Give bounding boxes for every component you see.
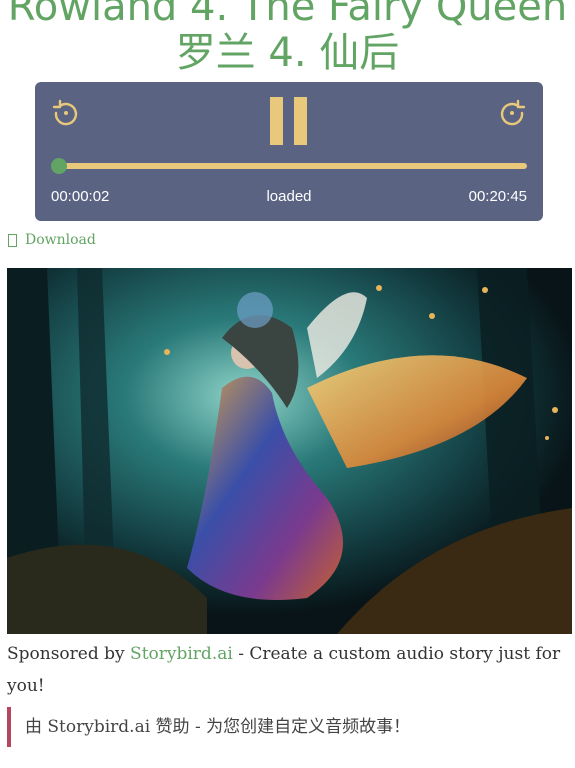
download-label: Download [25,232,96,248]
audio-player: 00:00:02 loaded 00:20:45 [35,82,543,221]
sponsor-text: Sponsored by Storybird.ai - Create a cus… [7,638,567,702]
forward-icon[interactable] [497,98,527,128]
sponsor-prefix: Sponsored by [7,644,131,664]
storybird-link[interactable]: Storybird.ai [130,644,233,664]
progress-track[interactable] [59,163,527,169]
sponsor-cn-suffix: 赞助 - 为您创建自定义音频故事！ [150,717,411,737]
progress-knob[interactable] [51,158,67,174]
sponsor-quote-cn: 由 Storybird.ai 赞助 - 为您创建自定义音频故事！ [7,707,567,747]
fairy-queen-illustration [7,268,572,634]
file-icon [8,233,17,247]
total-time: 00:20:45 [468,188,527,205]
pause-button[interactable] [269,97,309,147]
rewind-icon[interactable] [51,98,81,128]
download-link[interactable]: Download [8,232,96,248]
illustration-art [7,268,572,634]
player-status: loaded [266,188,312,205]
sponsor-cn-prefix: 由 [25,717,48,737]
storybird-link-cn[interactable]: Storybird.ai [47,717,150,737]
page-title: Rowland 4. The Fairy Queen 罗兰 4. 仙后 [7,0,568,76]
pause-icon-left-bar [270,97,283,145]
pause-icon-right-bar [294,97,307,145]
